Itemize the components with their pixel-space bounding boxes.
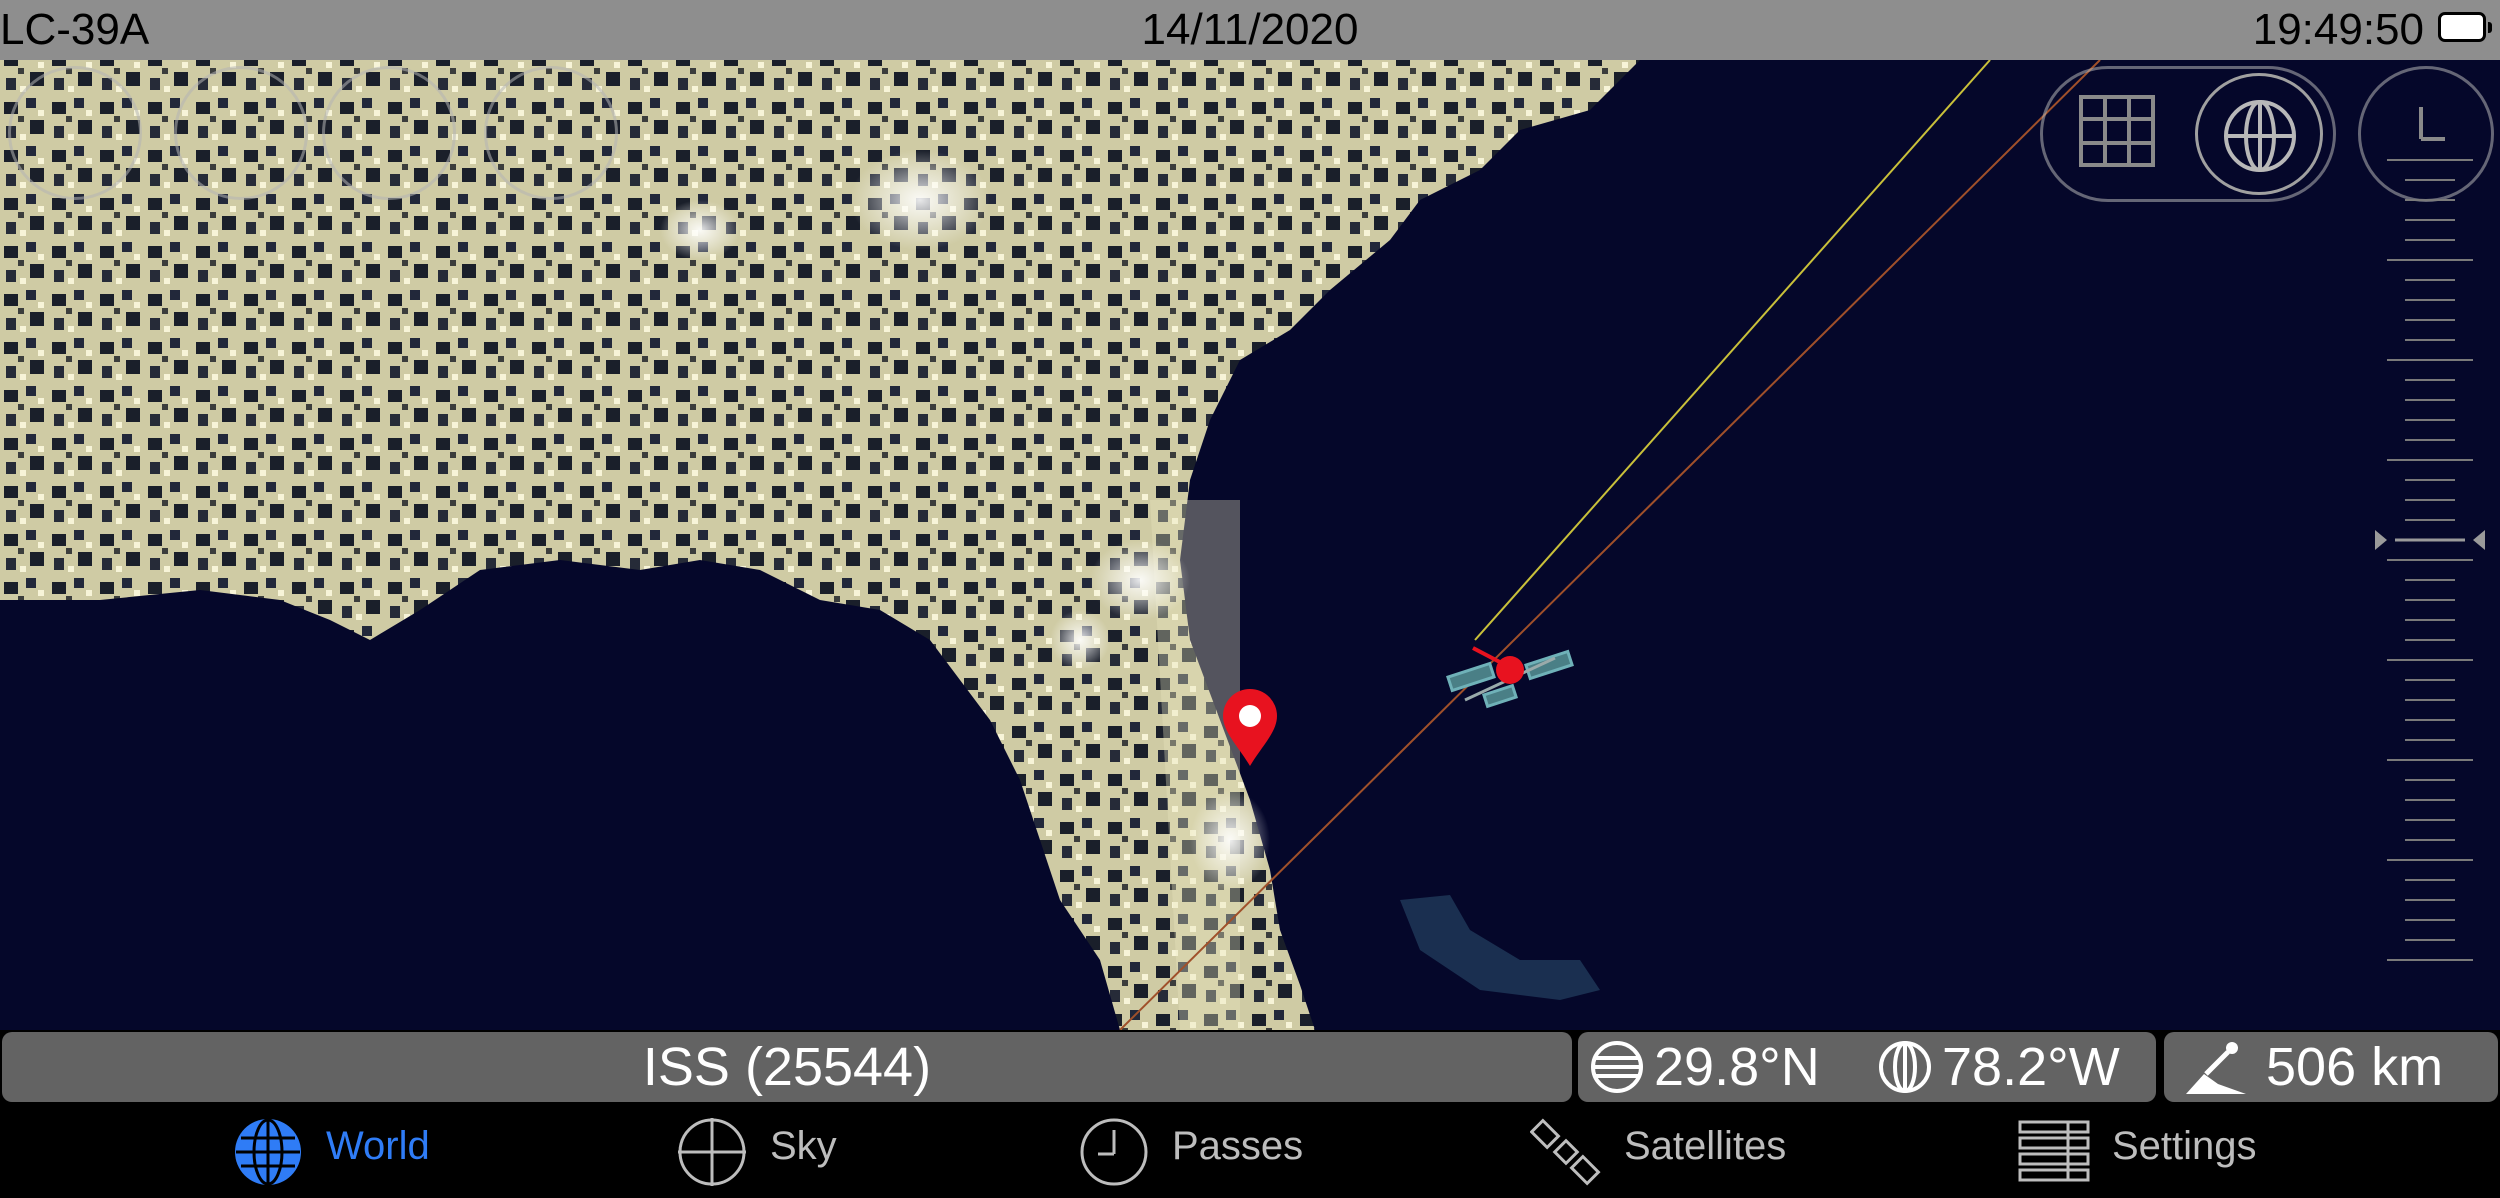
- tab-world-label: World: [326, 1124, 430, 1168]
- longitude-value: 78.2°W: [1942, 1037, 2120, 1097]
- altitude-icon: [2186, 1042, 2246, 1094]
- tab-passes[interactable]: Passes: [1078, 1106, 1338, 1198]
- tab-sky[interactable]: Sky: [676, 1106, 866, 1198]
- scrubber-ticks: [2387, 159, 2473, 961]
- no-location-icon[interactable]: [322, 66, 456, 200]
- tab-passes-label: Passes: [1172, 1124, 1304, 1168]
- altitude-readout: 506 km: [2164, 1032, 2498, 1102]
- tab-sky-label: Sky: [770, 1124, 837, 1168]
- time-label: 19:49:50: [2252, 5, 2424, 54]
- tab-settings-label: Settings: [2112, 1124, 2257, 1168]
- tab-satellites[interactable]: Satellites: [1530, 1106, 1830, 1198]
- grid-icon[interactable]: [2077, 93, 2157, 173]
- latitude-icon: [1591, 1041, 1643, 1093]
- date-label: 14/11/2020: [1141, 5, 1359, 54]
- tab-world[interactable]: World: [232, 1106, 452, 1198]
- clock-icon: [1080, 1118, 1148, 1186]
- altitude-value: 506 km: [2266, 1037, 2444, 1097]
- time-scrubber[interactable]: [2375, 140, 2485, 980]
- orientation-icon[interactable]: [8, 66, 142, 200]
- tab-bar: World Sky Passes Satellites Settings: [0, 1106, 2500, 1198]
- iss-icon[interactable]: [1445, 640, 1575, 720]
- map-mode-toggle: [2040, 66, 2336, 202]
- satellite-name[interactable]: ISS (25544): [2, 1032, 1572, 1102]
- satellite-icon: [1530, 1118, 1601, 1186]
- latitude-value: 29.8°N: [1654, 1037, 1820, 1097]
- battery-full-icon: [2438, 12, 2492, 42]
- globe-icon: [235, 1118, 301, 1186]
- world-map[interactable]: [0, 60, 2500, 1030]
- night-earth-map: [0, 60, 2500, 1030]
- globe-mode-button[interactable]: [2195, 73, 2323, 195]
- longitude-icon: [1879, 1041, 1931, 1093]
- tab-satellites-label: Satellites: [1624, 1124, 1787, 1168]
- location-pin-icon[interactable]: [1220, 688, 1280, 768]
- tab-settings[interactable]: Settings: [2018, 1106, 2288, 1198]
- status-bar: LC-39A 14/11/2020 19:49:50: [0, 0, 2500, 60]
- globe-icon: [2224, 100, 2296, 172]
- pin-icon[interactable]: [484, 66, 618, 200]
- location-pin-icon[interactable]: [174, 66, 308, 200]
- crosshair-icon: [678, 1118, 746, 1186]
- position-readout: 29.8°N 78.2°W: [1578, 1032, 2156, 1102]
- settings-list-icon: [2018, 1120, 2090, 1182]
